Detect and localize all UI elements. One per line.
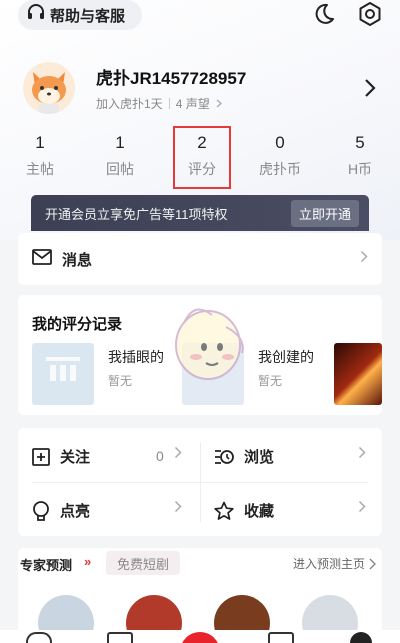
- lightbulb-icon: [33, 500, 49, 521]
- night-mode-button[interactable]: [310, 0, 338, 28]
- likes-item[interactable]: 点亮: [32, 500, 90, 521]
- bottom-navigation: [0, 630, 400, 643]
- stat-hupu-coins[interactable]: 0 虎扑币: [240, 132, 320, 179]
- stat-label: 评分: [188, 161, 216, 177]
- nav-community-icon[interactable]: [107, 632, 133, 643]
- mail-icon: [32, 248, 52, 270]
- stat-label: 主帖: [26, 161, 54, 177]
- action-grid-card: 关注 0 浏览 点亮 收藏: [18, 428, 382, 536]
- tab-expert-predictions[interactable]: 专家预测: [20, 555, 72, 574]
- stat-posts[interactable]: 1 主帖: [0, 132, 80, 179]
- placeholder-thumbnail[interactable]: [182, 343, 244, 405]
- nav-shop-icon[interactable]: [268, 632, 294, 643]
- stat-label: H币: [347, 161, 373, 177]
- double-chevron-icon: »: [84, 554, 92, 569]
- divider: [168, 98, 170, 109]
- prediction-home-link[interactable]: 进入预测主页: [293, 555, 376, 572]
- follow-count: 0: [156, 448, 164, 464]
- stat-ratings[interactable]: 2 评分: [173, 126, 231, 189]
- nav-profile-icon[interactable]: [350, 632, 372, 643]
- headset-icon: [26, 3, 46, 28]
- vip-banner[interactable]: 开通会员立享免广告等11项特权 立即开通: [31, 195, 369, 231]
- likes-label: 点亮: [60, 503, 91, 520]
- stat-value: 5: [355, 133, 365, 152]
- expert-predictions-card: 专家预测 » 免费短剧 进入预测主页: [18, 548, 382, 643]
- messages-row[interactable]: 消息: [18, 233, 382, 285]
- stat-value: 2: [197, 133, 207, 152]
- chevron-right-icon: [358, 500, 366, 516]
- favorites-label: 收藏: [244, 503, 275, 520]
- gear-icon: [359, 2, 381, 26]
- vip-open-button[interactable]: 立即开通: [290, 199, 359, 227]
- stat-label: 虎扑币: [259, 161, 301, 177]
- placeholder-thumbnail[interactable]: [32, 343, 94, 405]
- stat-value: 1: [35, 133, 45, 152]
- star-icon: [214, 501, 234, 520]
- moon-icon: [315, 3, 334, 24]
- stat-replies[interactable]: 1 回帖: [80, 132, 160, 179]
- tab-free-short-drama[interactable]: 免费短剧: [106, 551, 180, 575]
- chevron-right-icon: [174, 446, 182, 462]
- profile-detail-arrow[interactable]: [364, 78, 376, 103]
- rating-records-card: 我的评分记录 我插眼的 暂无 我创建的 暂无: [18, 295, 382, 415]
- nav-center-button[interactable]: [180, 632, 220, 643]
- browse-label: 浏览: [244, 449, 275, 466]
- follow-item[interactable]: 关注: [32, 446, 90, 467]
- rating-records-title: 我的评分记录: [32, 316, 123, 333]
- chevron-right-icon: [358, 446, 366, 462]
- username: 虎扑JR1457728957: [96, 69, 247, 88]
- stat-value: 0: [275, 133, 285, 152]
- vip-text: 开通会员立享免广告等11项特权: [45, 206, 228, 222]
- nav-home-icon[interactable]: [26, 632, 52, 643]
- chevron-right-icon: [216, 97, 222, 111]
- created-title[interactable]: 我创建的: [258, 347, 314, 367]
- stat-label: 回帖: [106, 161, 134, 177]
- movie-poster-thumbnail[interactable]: [334, 343, 382, 405]
- stat-value: 1: [115, 133, 125, 152]
- chevron-right-icon: [369, 558, 376, 569]
- created-empty: 暂无: [258, 374, 283, 388]
- chevron-right-icon: [360, 250, 368, 268]
- settings-button[interactable]: [356, 0, 384, 28]
- stat-h-coins[interactable]: 5 H币: [320, 132, 400, 179]
- messages-label: 消息: [62, 251, 93, 269]
- avatar[interactable]: [23, 62, 75, 114]
- fox-avatar-icon: [32, 72, 66, 114]
- chevron-right-icon: [365, 79, 376, 97]
- favorites-item[interactable]: 收藏: [214, 500, 274, 521]
- reputation-link[interactable]: 4 声望: [176, 95, 210, 112]
- bookmarked-title[interactable]: 我插眼的: [108, 347, 164, 367]
- help-customer-service-button[interactable]: 帮助与客服: [18, 0, 142, 30]
- history-icon: [215, 449, 234, 464]
- chevron-right-icon: [174, 500, 182, 516]
- profile-subline: 加入虎扑1天 4 声望: [96, 95, 222, 112]
- bookmarked-empty: 暂无: [108, 374, 133, 388]
- join-days: 加入虎扑1天: [96, 97, 163, 111]
- stats-row: 1 主帖 1 回帖 2 评分 0 虎扑币 5 H币: [0, 126, 400, 189]
- plus-box-icon: [32, 447, 50, 466]
- divider: [200, 442, 201, 522]
- follow-label: 关注: [60, 449, 91, 466]
- browse-history-item[interactable]: 浏览: [214, 446, 274, 467]
- prediction-home-label: 进入预测主页: [292, 557, 365, 571]
- help-label: 帮助与客服: [50, 7, 126, 25]
